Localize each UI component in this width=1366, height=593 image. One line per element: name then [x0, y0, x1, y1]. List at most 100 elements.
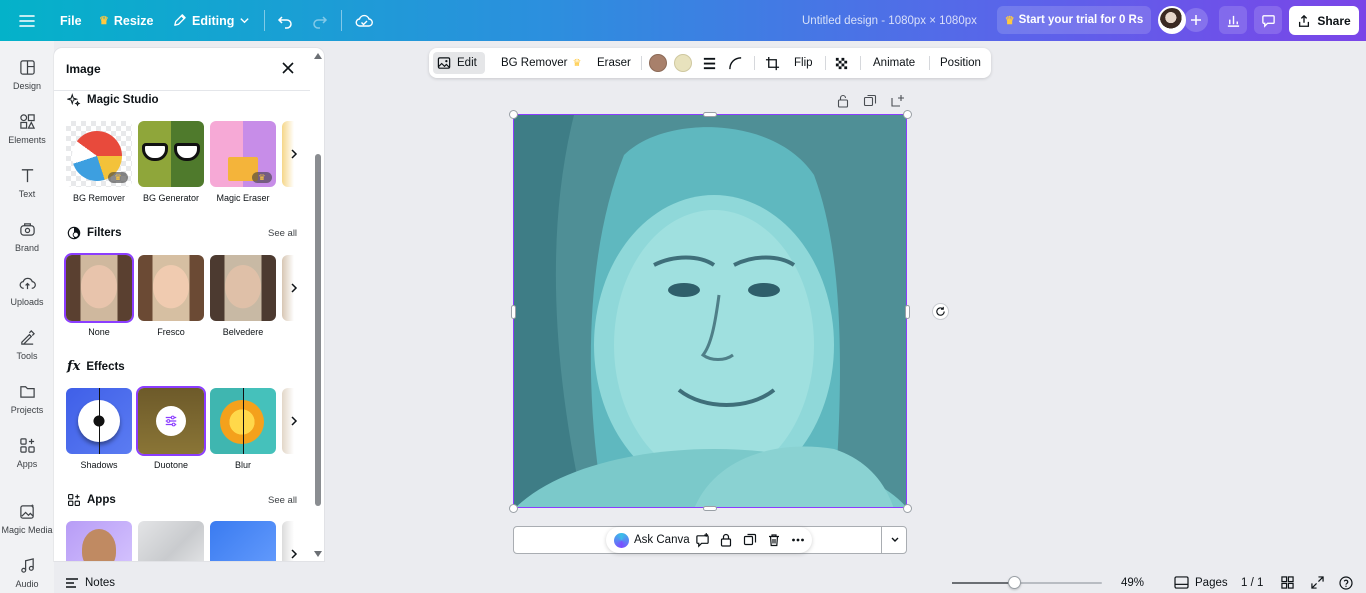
rotate-handle[interactable]: [932, 303, 949, 320]
effect-shadows[interactable]: Shadows: [66, 388, 132, 470]
adjust-button[interactable]: [156, 406, 186, 436]
file-menu-button[interactable]: File: [60, 0, 82, 41]
border-style-button[interactable]: [702, 48, 717, 78]
apps-see-all-link[interactable]: See all: [268, 495, 297, 506]
effect-blur[interactable]: Blur: [210, 388, 276, 470]
delete-element-button[interactable]: [767, 527, 781, 553]
flip-button[interactable]: Flip: [794, 48, 813, 78]
scroll-down-icon[interactable]: [313, 550, 323, 558]
resize-handle-bottom-left[interactable]: [509, 504, 518, 513]
duplicate-element-button[interactable]: [743, 527, 757, 553]
add-comment-button[interactable]: [695, 527, 710, 553]
duotone-shadow-swatch[interactable]: [674, 54, 692, 72]
apps-next-button[interactable]: [282, 521, 306, 561]
filters-label: Filters: [87, 227, 122, 239]
expand-pages-button[interactable]: [881, 526, 907, 554]
bg-remover-tool[interactable]: ♛ BG Remover: [66, 121, 132, 203]
duotone-highlight-swatch[interactable]: [649, 54, 667, 72]
animate-button[interactable]: Animate: [873, 48, 915, 78]
effects-next-button[interactable]: [282, 388, 306, 454]
filter-none[interactable]: None: [66, 255, 132, 337]
sunglasses-icon: [142, 143, 168, 161]
save-status-button[interactable]: [355, 0, 373, 41]
rail-item-uploads[interactable]: Uploads: [0, 275, 54, 307]
resize-handle-left[interactable]: [511, 305, 516, 319]
bg-remover-button[interactable]: BG Remover ♛: [501, 48, 581, 78]
selected-image[interactable]: [513, 114, 907, 508]
add-collaborator-button[interactable]: [1184, 8, 1208, 32]
flip-label: Flip: [794, 57, 813, 69]
zoom-slider-knob[interactable]: [1007, 576, 1021, 589]
scroll-thumb[interactable]: [315, 154, 321, 506]
editing-mode-button[interactable]: Editing: [172, 0, 250, 41]
resize-handle-right[interactable]: [905, 305, 910, 319]
resize-handle-top[interactable]: [703, 112, 717, 117]
filters-next-button[interactable]: [282, 255, 306, 321]
zoom-slider[interactable]: [952, 576, 1102, 589]
filters-see-all-link[interactable]: See all: [268, 228, 297, 239]
filter-fresco[interactable]: Fresco: [138, 255, 204, 337]
comments-button[interactable]: [1254, 6, 1282, 34]
rail-item-apps[interactable]: Apps: [0, 437, 54, 469]
filter-belvedere[interactable]: Belvedere: [210, 255, 276, 337]
add-page-icon[interactable]: [890, 94, 904, 108]
rail-label: Uploads: [10, 297, 44, 307]
app-tile[interactable]: [66, 521, 132, 561]
duplicate-icon[interactable]: [863, 94, 877, 108]
help-button[interactable]: [1339, 572, 1353, 593]
insights-button[interactable]: [1219, 6, 1247, 34]
resize-button[interactable]: ♛ Resize: [99, 0, 153, 41]
lock-icon[interactable]: [836, 94, 850, 108]
lock-element-button[interactable]: [719, 527, 733, 553]
app-tile[interactable]: [210, 521, 276, 561]
share-button[interactable]: Share: [1289, 6, 1359, 35]
app-tile[interactable]: [138, 521, 204, 561]
rail-item-design[interactable]: Design: [0, 59, 54, 91]
resize-handle-bottom[interactable]: [703, 506, 717, 511]
tool-caption: BG Remover: [72, 193, 125, 203]
rail-item-text[interactable]: Text: [0, 167, 54, 199]
resize-handle-bottom-right[interactable]: [903, 504, 912, 513]
rail-item-elements[interactable]: Elements: [0, 113, 54, 145]
resize-handle-top-right[interactable]: [903, 110, 912, 119]
bg-generator-tool[interactable]: BG Generator: [138, 121, 204, 203]
rail-item-audio[interactable]: Audio: [0, 557, 54, 589]
more-options-button[interactable]: [791, 527, 805, 553]
orange-slice-icon: [220, 400, 264, 444]
rail-item-magic-media[interactable]: Magic Media: [0, 503, 54, 535]
transparency-button[interactable]: [834, 48, 849, 78]
zoom-value[interactable]: 49%: [1121, 572, 1144, 593]
floating-action-bar: Ask Canva: [606, 527, 812, 553]
rail-label: Audio: [15, 579, 39, 589]
position-button[interactable]: Position: [940, 48, 981, 78]
rail-item-tools[interactable]: Tools: [0, 329, 54, 361]
start-trial-button[interactable]: ♛ Start your trial for 0 Rs: [997, 6, 1151, 34]
panel-scrollbar[interactable]: [312, 48, 324, 561]
edit-image-button[interactable]: Edit: [437, 48, 477, 78]
pages-button[interactable]: Pages: [1174, 572, 1228, 593]
ask-canva-button[interactable]: Ask Canva: [614, 527, 690, 553]
effect-duotone[interactable]: Duotone: [138, 388, 204, 470]
notes-button[interactable]: Notes: [65, 572, 115, 593]
bg-remover-label: BG Remover: [501, 57, 568, 69]
resize-handle-top-left[interactable]: [509, 110, 518, 119]
document-title[interactable]: Untitled design - 1080px × 1080px: [802, 0, 977, 41]
rail-label: Apps: [16, 459, 38, 469]
corner-rounding-button[interactable]: [728, 48, 743, 78]
undo-button[interactable]: [277, 0, 293, 41]
magic-studio-next-button[interactable]: [282, 121, 306, 187]
magic-eraser-tool[interactable]: ♛ Magic Eraser: [210, 121, 276, 203]
rail-item-brand[interactable]: Brand: [0, 221, 54, 253]
rail-item-projects[interactable]: Projects: [0, 383, 54, 415]
user-avatar[interactable]: [1158, 6, 1186, 34]
close-icon[interactable]: [280, 60, 296, 76]
cloud-check-icon: [355, 14, 373, 27]
menu-icon[interactable]: [19, 0, 35, 41]
scroll-up-icon[interactable]: [313, 52, 323, 60]
crop-button[interactable]: [765, 48, 780, 78]
grid-view-button[interactable]: [1281, 572, 1294, 593]
redo-button[interactable]: [312, 0, 328, 41]
effect-caption: Blur: [234, 460, 251, 470]
fullscreen-button[interactable]: [1311, 572, 1324, 593]
eraser-button[interactable]: Eraser: [597, 48, 631, 78]
